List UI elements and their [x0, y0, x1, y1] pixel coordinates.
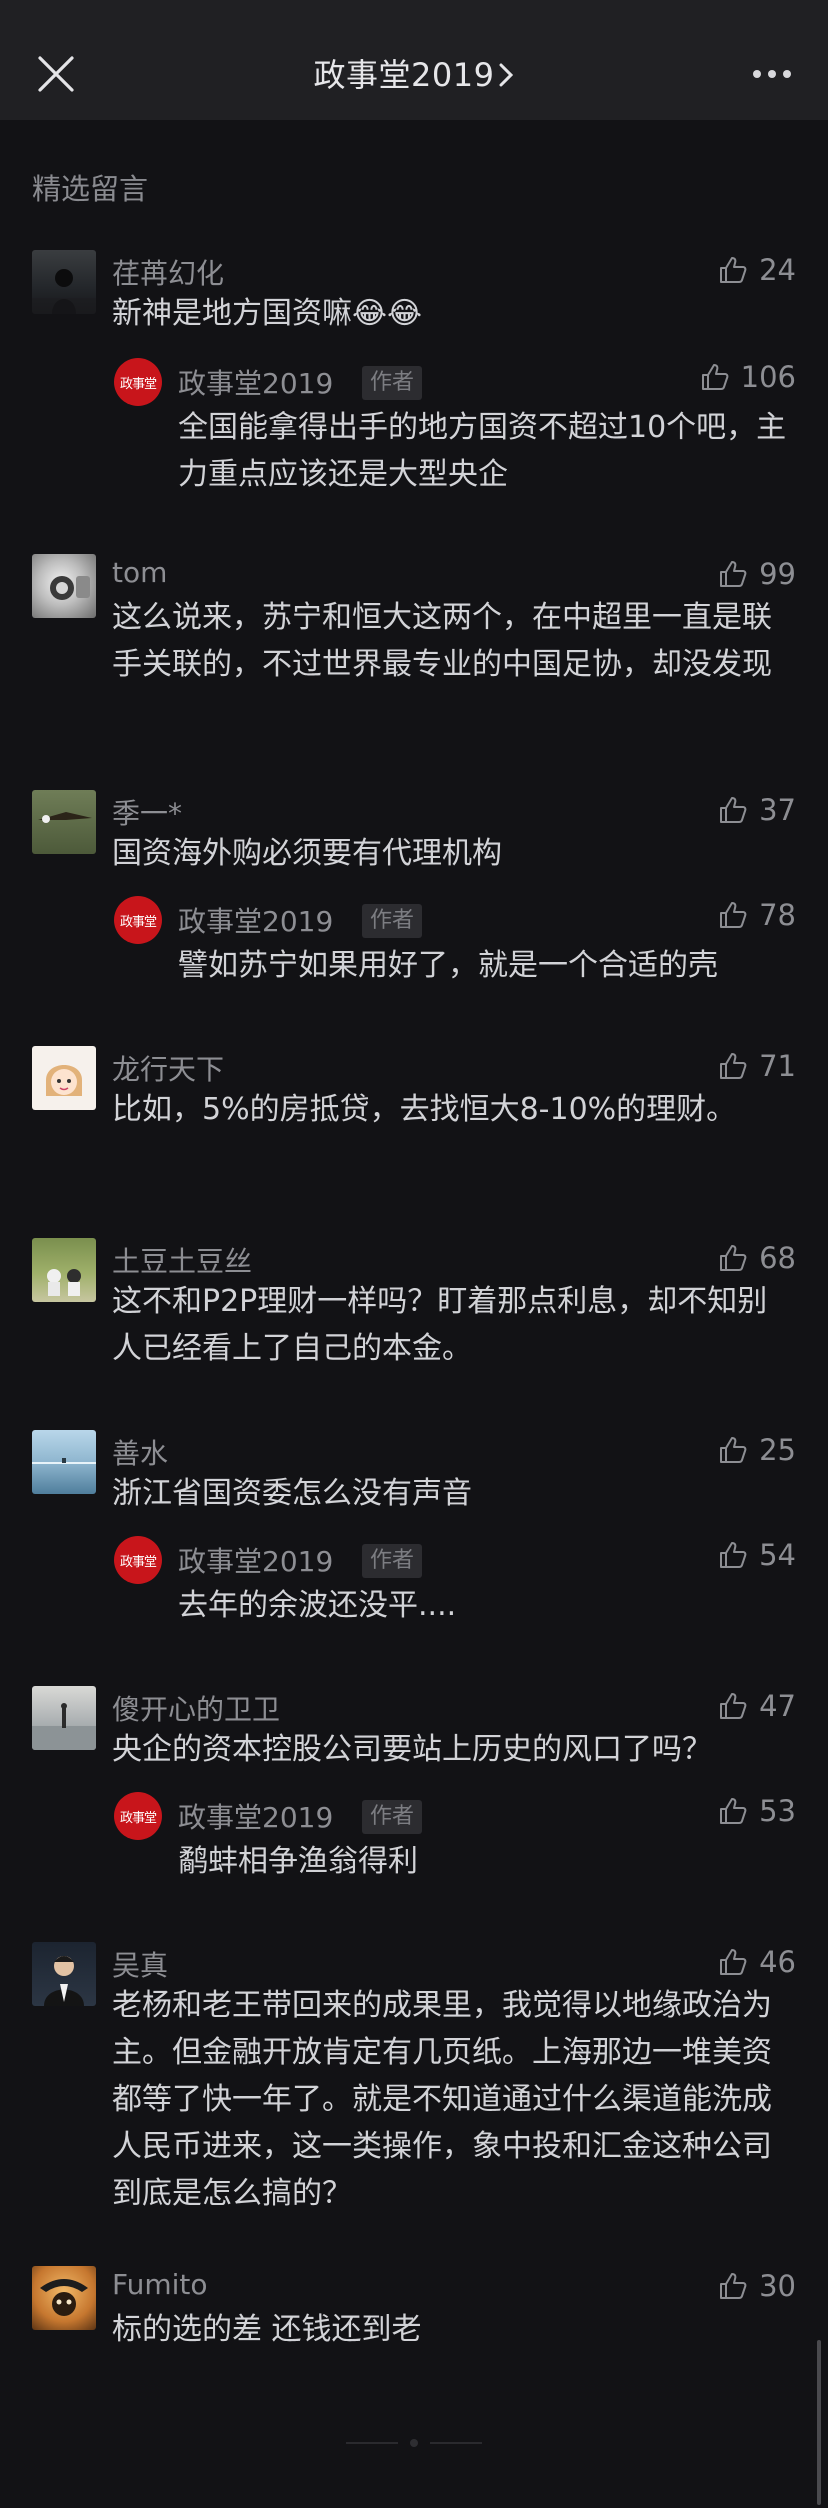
like-count: 47 — [759, 1689, 796, 1723]
comment-text: 央企的资本控股公司要站上历史的风口了吗？ — [112, 1732, 712, 1767]
more-icon[interactable] — [752, 64, 792, 84]
reply-author: 政事堂2019 — [178, 367, 334, 400]
reply-author: 政事堂2019 — [178, 905, 334, 938]
comment-text: 这不和P2P理财一样吗？盯着那点利息，却不知别人已经看上了自己的本金。 — [112, 1284, 768, 1366]
comment-author: 土豆土豆丝 — [112, 1245, 253, 1278]
section-label: 精选留言 — [32, 172, 149, 206]
like-button[interactable]: 53 — [717, 1794, 796, 1828]
comment-author: 荏苒幻化 — [112, 257, 225, 290]
comment-author: 吴真 — [112, 1949, 169, 1982]
like-count: 71 — [759, 1049, 796, 1083]
author-badge: 作者 — [362, 1800, 423, 1834]
like-count: 68 — [759, 1241, 796, 1275]
avatar[interactable] — [32, 1686, 96, 1750]
avatar[interactable] — [32, 1430, 96, 1494]
like-count: 106 — [740, 360, 796, 394]
reply-text: 譬如苏宁如果用好了，就是一个合适的壳 — [178, 948, 718, 983]
like-button[interactable]: 99 — [717, 554, 796, 594]
avatar[interactable] — [32, 2266, 96, 2330]
like-count: 46 — [759, 1945, 796, 1979]
avatar[interactable] — [32, 1942, 96, 2006]
thumbs-up-icon — [720, 902, 747, 928]
thumbs-up-icon — [720, 1053, 747, 1079]
like-count: 37 — [759, 793, 796, 827]
like-button[interactable]: 106 — [699, 360, 796, 394]
comment-text: 这么说来，苏宁和恒大这两个，在中超里一直是联手关联的，不过世界最专业的中国足协，… — [112, 600, 772, 682]
like-button[interactable]: 47 — [717, 1686, 796, 1726]
thumbs-up-icon — [720, 797, 747, 823]
reply-text: 全国能拿得出手的地方国资不超过10个吧，主力重点应该还是大型央企 — [178, 410, 787, 492]
author-seal-icon[interactable]: 政事堂 — [114, 1536, 162, 1584]
comment-text: 新神是地方国资嘛😂😂 — [112, 296, 423, 331]
like-count: 54 — [759, 1538, 796, 1572]
thumbs-up-icon — [720, 257, 747, 283]
author-seal-icon[interactable]: 政事堂 — [114, 358, 162, 406]
like-count: 99 — [759, 557, 796, 591]
page-title-text: 政事堂2019 — [313, 56, 495, 94]
reply-text: 去年的余波还没平.... — [178, 1588, 457, 1623]
like-button[interactable]: 71 — [717, 1046, 796, 1086]
author-badge: 作者 — [362, 1544, 423, 1578]
thumbs-up-icon — [720, 561, 747, 587]
thumbs-up-icon — [720, 1949, 747, 1975]
thumbs-up-icon — [720, 1693, 747, 1719]
comment-author: 善水 — [112, 1437, 169, 1470]
top-bar: 政事堂2019 — [0, 0, 828, 120]
like-count: 53 — [759, 1794, 796, 1828]
like-count: 24 — [759, 253, 796, 287]
comment-text: 标的选的差 还钱还到老 — [112, 2312, 422, 2347]
avatar[interactable] — [32, 250, 96, 314]
comment-text: 国资海外购必须要有代理机构 — [112, 836, 502, 871]
like-button[interactable]: 78 — [717, 898, 796, 932]
scrollbar[interactable] — [817, 2340, 821, 2505]
thumbs-up-icon — [720, 1245, 747, 1271]
thumbs-up-icon — [720, 1542, 747, 1568]
like-button[interactable]: 30 — [717, 2266, 796, 2306]
thumbs-up-icon — [701, 364, 729, 390]
author-seal-icon[interactable]: 政事堂 — [114, 1792, 162, 1840]
avatar[interactable] — [32, 1046, 96, 1110]
like-button[interactable]: 54 — [717, 1538, 796, 1572]
avatar[interactable] — [32, 554, 96, 618]
like-button[interactable]: 25 — [717, 1430, 796, 1470]
like-button[interactable]: 68 — [717, 1238, 796, 1278]
author-badge: 作者 — [362, 904, 423, 938]
author-badge: 作者 — [362, 366, 423, 400]
comment-text: 比如，5%的房抵贷，去找恒大8-10%的理财。 — [112, 1092, 737, 1127]
end-of-list-divider — [346, 2439, 482, 2447]
page-title[interactable]: 政事堂2019 — [0, 50, 828, 96]
thumbs-up-icon — [720, 1437, 747, 1463]
reply-author: 政事堂2019 — [178, 1801, 334, 1834]
like-button[interactable]: 46 — [717, 1942, 796, 1982]
chevron-right-icon — [499, 63, 514, 87]
avatar[interactable] — [32, 1238, 96, 1302]
like-count: 25 — [759, 1433, 796, 1467]
reply-text: 鹬蚌相争渔翁得利 — [178, 1844, 418, 1879]
thumbs-up-icon — [720, 2273, 747, 2299]
like-button[interactable]: 37 — [717, 790, 796, 830]
comment-author: Fumito — [112, 2268, 208, 2301]
like-button[interactable]: 24 — [717, 250, 796, 290]
like-count: 30 — [759, 2269, 796, 2303]
avatar[interactable] — [32, 790, 96, 854]
reply-author: 政事堂2019 — [178, 1545, 334, 1578]
like-count: 78 — [759, 898, 796, 932]
comment-author: 龙行天下 — [112, 1053, 225, 1086]
thumbs-up-icon — [720, 1798, 747, 1824]
comment-author: 季一* — [112, 797, 183, 830]
comment-text: 老杨和老王带回来的成果里，我觉得以地缘政治为主。但金融开放肯定有几页纸。上海那边… — [112, 1988, 772, 2211]
author-seal-icon[interactable]: 政事堂 — [114, 896, 162, 944]
comment-text: 浙江省国资委怎么没有声音 — [112, 1476, 472, 1511]
comment-author: tom — [112, 556, 168, 589]
comment-author: 傻开心的卫卫 — [112, 1693, 281, 1726]
